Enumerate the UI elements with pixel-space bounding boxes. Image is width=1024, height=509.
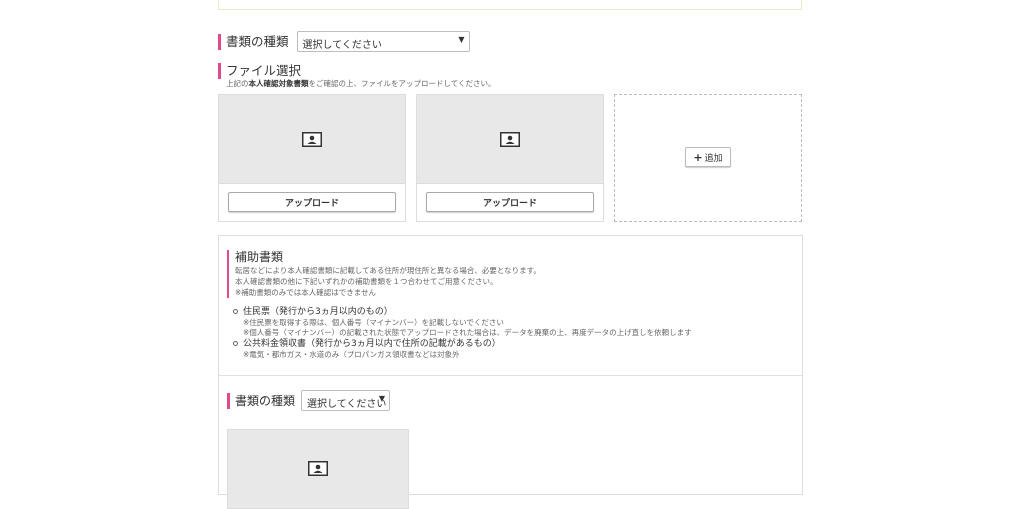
dropdown-arrow-icon: ▼: [458, 35, 465, 44]
list-item-note: ※住民票を取得する際は、個人番号（マイナンバー）を記載しないでください: [243, 318, 504, 327]
auxiliary-desc-line: 本人確認書類の他に下記いずれかの補助書類を１つ合わせてご用意ください。: [235, 277, 498, 286]
list-item-note: ※電気・都市ガス・水道のみ（プロパンガス領収書などは対象外: [243, 350, 460, 359]
image-placeholder: [417, 95, 603, 184]
document-type-row: 書類の種類 選択してください ▼: [218, 31, 470, 52]
document-type-label: 書類の種類: [218, 33, 289, 50]
auxiliary-list: 住民票（発行から3ヵ月以内のもの） ※住民票を取得する際は、個人番号（マイナンバ…: [233, 306, 692, 360]
file-select-desc-bold: 本人確認対象書類: [248, 79, 309, 88]
auxiliary-select-value: 選択してください: [307, 399, 387, 410]
bullet-icon: [233, 341, 238, 346]
upload-button-1[interactable]: アップロード: [228, 192, 396, 212]
auxiliary-desc-line: ※補助書類のみでは本人確認はできません: [235, 288, 377, 297]
auxiliary-document-type-select[interactable]: 選択してください ▼: [301, 390, 391, 411]
list-item-note: ※個人番号（マイナンバー）の記載された状態でアップロードされた場合は、データを廃…: [243, 328, 692, 337]
id-card-icon: [308, 461, 328, 476]
image-placeholder: [219, 95, 405, 184]
upload-card-1: アップロード: [218, 94, 406, 222]
upload-button-2[interactable]: アップロード: [426, 192, 594, 212]
divider: [219, 375, 802, 376]
add-button-label: 追加: [704, 153, 723, 164]
auxiliary-header: 補助書類 転居などにより本人確認書類に記載してある住所が現住所と異なる場合、必要…: [227, 250, 541, 298]
list-item: 住民票（発行から3ヵ月以内のもの） ※住民票を取得する際は、個人番号（マイナンバ…: [233, 306, 692, 338]
previous-section-panel: [218, 0, 802, 10]
auxiliary-desc-line: 転居などにより本人確認書類に記載してある住所が現住所と異なる場合、必要となります…: [235, 266, 541, 275]
auxiliary-title: 補助書類: [235, 250, 284, 264]
file-select-title: ファイル選択: [218, 63, 301, 79]
file-select-title-text: ファイル選択: [226, 63, 302, 78]
file-select-desc-suffix: をご確認の上、ファイルをアップロードしてください。: [308, 79, 496, 88]
file-select-description: 上記の本人確認対象書類をご確認の上、ファイルをアップロードしてください。: [226, 78, 496, 89]
bullet-icon: [233, 309, 238, 314]
id-card-icon: [302, 131, 322, 147]
auxiliary-documents-panel: 補助書類 転居などにより本人確認書類に記載してある住所が現住所と異なる場合、必要…: [218, 235, 803, 509]
file-select-desc-prefix: 上記の: [226, 79, 249, 88]
auxiliary-upload-card: [227, 429, 409, 509]
auxiliary-document-type-label: 書類の種類: [227, 392, 295, 409]
document-type-select[interactable]: 選択してください ▼: [296, 31, 470, 52]
add-file-card: + 追加: [614, 94, 802, 222]
list-item-title: 公共料金領収書（発行から3ヵ月以内で住所の記載があるもの）: [243, 339, 501, 349]
list-item-title: 住民票（発行から3ヵ月以内のもの）: [243, 307, 393, 317]
upload-card-2: アップロード: [416, 94, 604, 222]
plus-icon: +: [693, 150, 703, 164]
list-item: 公共料金領収書（発行から3ヵ月以内で住所の記載があるもの） ※電気・都市ガス・水…: [233, 338, 692, 360]
dropdown-arrow-icon: ▼: [378, 394, 386, 403]
document-type-select-value: 選択してください: [302, 40, 382, 51]
id-card-icon: [500, 131, 520, 147]
add-button[interactable]: + 追加: [685, 147, 731, 167]
auxiliary-document-type-row: 書類の種類 選択してください ▼: [227, 390, 391, 411]
